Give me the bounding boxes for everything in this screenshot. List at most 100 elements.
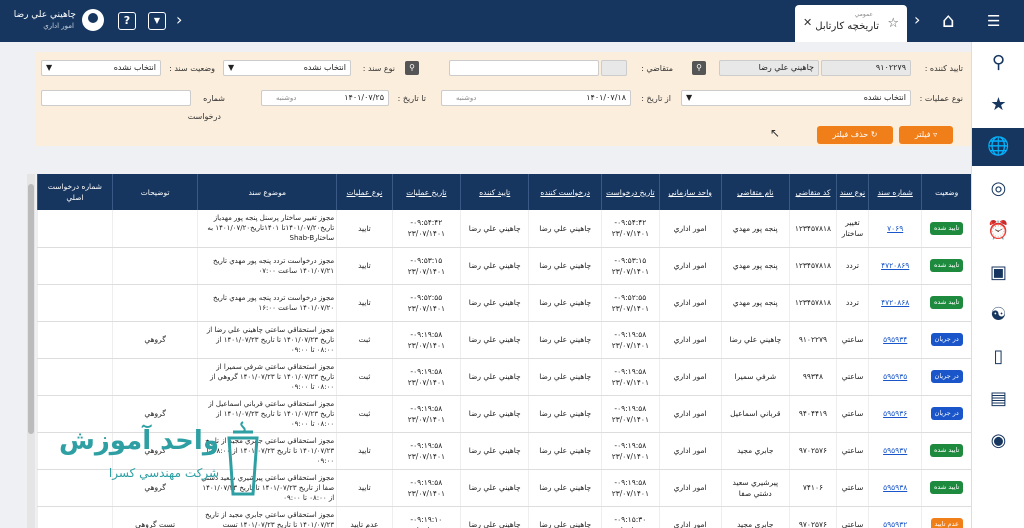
cell-code: ۹۴۰۴۴۱۹	[788, 395, 837, 433]
column-header[interactable]: تاريخ عمليات	[391, 174, 461, 210]
home-icon[interactable]: ⌂	[942, 8, 955, 32]
chevron-right-icon[interactable]: ›	[176, 10, 182, 29]
optype-select[interactable]: انتخاب نشده ▼	[681, 90, 911, 106]
cell-req: چاهيني علي رضا	[528, 469, 602, 507]
cell-orig	[37, 506, 113, 528]
table-row[interactable]: تاييد شده ۴۷۲۰۸۶۸ تردد ۱۲۳۴۵۷۸۱۸ پنجه پور مه…	[37, 284, 971, 322]
bus-icon[interactable]: ▤	[972, 380, 1024, 418]
cell-desc	[111, 210, 198, 248]
mouse-cursor-icon: ↖	[770, 126, 781, 140]
table-row[interactable]: در جريان ۵۹۵۹۳۴ ساعتي ۹۱۰۲۲۷۹ چاهيني علي رضا…	[37, 321, 971, 359]
cell-type: تردد	[835, 284, 869, 322]
user-role: امور اداري	[43, 22, 74, 30]
cell-appr: چاهيني علي رضا	[460, 432, 529, 470]
cell-op: عدم تاييد	[336, 506, 393, 528]
reqno-label-2: درخواست	[187, 112, 221, 121]
approver-code-field[interactable]: ۹۱۰۲۲۷۹	[821, 60, 911, 76]
search-button[interactable]: ⚲	[692, 61, 706, 75]
column-header[interactable]: درخواست كننده	[528, 174, 602, 210]
applicant-code-field[interactable]	[601, 60, 627, 76]
column-header[interactable]: نام متقاضي	[720, 174, 790, 210]
from-date-value: ۱۴۰۱/۰۷/۱۸	[586, 93, 626, 102]
table-row[interactable]: تاييد شده ۴۷۲۰۸۶۹ تردد ۱۲۳۴۵۷۸۱۸ پنجه پور مه…	[37, 247, 971, 285]
cell-type: تغيير ساختار	[835, 210, 869, 248]
column-header[interactable]: شماره درخواست اصلي	[37, 174, 113, 210]
basket-icon[interactable]: ▯	[972, 338, 1024, 376]
from-date-field[interactable]: ۱۴۰۱/۰۷/۱۸ دوشنبه	[441, 90, 631, 106]
cell-code: ۹۱۰۲۲۷۹	[788, 321, 837, 359]
docstatus-select[interactable]: انتخاب نشده ▼	[41, 60, 161, 76]
column-header[interactable]: تاييد كننده	[460, 174, 529, 210]
tab-title: تاريخچه كارتابل	[815, 21, 879, 32]
column-header[interactable]: وضعيت	[921, 174, 971, 210]
document-number-link[interactable]: ۵۹۵۹۳۷	[883, 446, 907, 455]
scrollbar[interactable]	[27, 174, 35, 528]
scrollbar-thumb[interactable]	[28, 184, 34, 434]
column-header[interactable]: موضوع سند	[197, 174, 337, 210]
menu-icon[interactable]: ☰	[987, 12, 1000, 30]
cell-subj: مجوز استحقاقي ساعتي جابري مجيد از تاريخ …	[197, 506, 337, 528]
clear-filter-button[interactable]: ↻ حذف فيلتر	[817, 126, 893, 144]
tab-subtitle: عمومي	[854, 11, 873, 18]
star-icon[interactable]: ★	[972, 86, 1024, 124]
alarm-clock-icon[interactable]: ⏰	[972, 212, 1024, 250]
restaurant-icon[interactable]: ☯	[972, 296, 1024, 334]
watermark-logo: واحد آموزش شركت مهندسي كسرا	[38, 420, 263, 500]
cell-no: ۵۹۵۹۳۲	[867, 506, 922, 528]
document-number-link[interactable]: ۵۹۵۹۳۲	[883, 520, 907, 528]
column-header[interactable]: نوع سند	[835, 174, 869, 210]
fingerprint-icon[interactable]: ◎	[972, 170, 1024, 208]
table-row[interactable]: عدم تاييد ۵۹۵۹۳۲ ساعتي ۹۷۰۲۵۷۶ جابري مجيد امو…	[37, 506, 971, 528]
dropdown-button[interactable]: ▼	[148, 12, 166, 30]
doctype-select[interactable]: انتخاب نشده ▼	[223, 60, 351, 76]
document-number-link[interactable]: ۴۷۲۰۸۶۹	[881, 261, 909, 270]
column-header[interactable]: كد متقاضي	[788, 174, 837, 210]
docstatus-label: وضعيت سند :	[169, 64, 215, 73]
search-icon[interactable]: ⚲	[972, 44, 1024, 82]
close-icon[interactable]: ✕	[803, 16, 812, 29]
to-date-value: ۱۴۰۱/۰۷/۲۵	[344, 93, 384, 102]
help-button[interactable]: ?	[118, 12, 136, 30]
approver-label: تاييد كننده :	[924, 64, 963, 73]
document-number-link[interactable]: ۵۹۵۹۳۴	[883, 335, 907, 344]
cell-name: پنجه پور مهدي	[720, 284, 790, 322]
coffee-cup-logo-icon	[227, 421, 259, 496]
to-day: دوشنبه	[276, 94, 297, 102]
filter-icon: ▿	[933, 130, 938, 139]
table-row[interactable]: در جريان ۵۹۵۹۳۵ ساعتي ۹۹۳۴۸ شرفي سميرا امور ا…	[37, 358, 971, 396]
star-icon[interactable]: ☆	[887, 16, 899, 31]
column-header[interactable]: توضيحات	[111, 174, 198, 210]
document-number-link[interactable]: ۵۹۵۹۳۵	[883, 372, 907, 381]
column-header[interactable]: واحد سازماني	[658, 174, 722, 210]
cell-name: پنجه پور مهدي	[720, 210, 790, 248]
cell-rdate: ۰۹:۵۲:۵۵- ۲۳/۰۷/۱۴۰۱	[601, 284, 660, 322]
column-header[interactable]: شماره سند	[867, 174, 922, 210]
applicant-name-field[interactable]	[449, 60, 599, 76]
cell-desc	[111, 358, 198, 396]
to-date-field[interactable]: ۱۴۰۱/۰۷/۲۵ دوشنبه	[261, 90, 389, 106]
cell-no: ۵۹۵۹۳۵	[867, 358, 922, 396]
cell-no: ۴۷۲۰۸۶۹	[867, 247, 922, 285]
tab-kartabl-history[interactable]: عمومي تاريخچه كارتابل ☆ ✕	[795, 5, 907, 42]
search-button[interactable]: ⚲	[405, 61, 419, 75]
reqno-field[interactable]	[41, 90, 191, 106]
document-number-link[interactable]: ۷۰۶۹	[887, 224, 903, 233]
optype-label: نوع عمليات :	[919, 94, 963, 103]
cell-type: ساعتي	[835, 321, 869, 359]
briefcase-icon[interactable]: ▣	[972, 254, 1024, 292]
chevron-right-icon[interactable]: ›	[914, 10, 920, 29]
top-bar: ☰ ⌂ › عمومي تاريخچه كارتابل ☆ ✕ › ▼ ? چا…	[0, 0, 1024, 42]
document-number-link[interactable]: ۵۹۵۹۳۸	[883, 483, 907, 492]
cell-appr: چاهيني علي رضا	[460, 506, 529, 528]
globe-icon[interactable]: 🌐	[972, 128, 1024, 166]
table-row[interactable]: تاييد شده ۷۰۶۹ تغيير ساختار ۱۲۳۴۵۷۸۱۸ پنجه پ…	[37, 210, 971, 248]
user-profile[interactable]: چاهيني علي رضا امور اداري	[10, 8, 110, 34]
column-header[interactable]: تاريخ درخواست	[601, 174, 660, 210]
filter-button[interactable]: ▿ فيلتر	[899, 126, 953, 144]
document-number-link[interactable]: ۴۷۲۰۸۶۸	[881, 298, 909, 307]
user-pin-icon[interactable]: ◉	[972, 422, 1024, 460]
column-header[interactable]: نوع عمليات	[336, 174, 393, 210]
approver-name-field[interactable]: چاهيني علي رضا	[719, 60, 819, 76]
document-number-link[interactable]: ۵۹۵۹۳۶	[883, 409, 907, 418]
cell-req: چاهيني علي رضا	[528, 506, 602, 528]
